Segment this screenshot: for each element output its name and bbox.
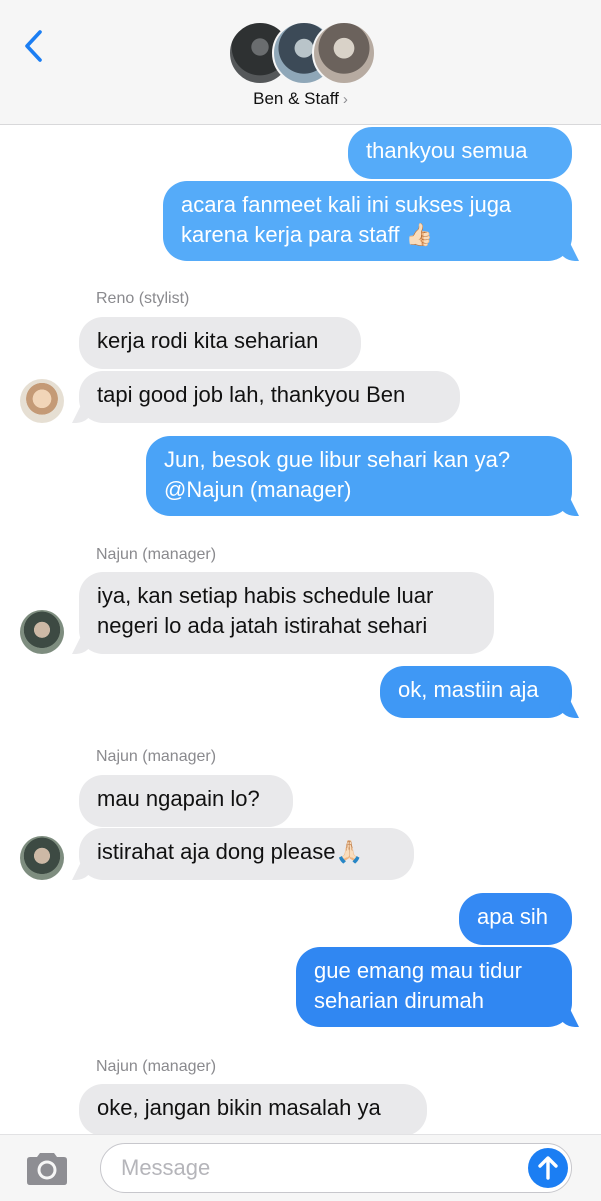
conversation-title-text: Ben & Staff bbox=[253, 89, 339, 108]
camera-button[interactable] bbox=[24, 1151, 70, 1187]
outgoing-message[interactable]: thankyou semua bbox=[348, 127, 572, 179]
message-text: iya, kan setiap habis schedule luar bbox=[97, 583, 434, 608]
message-input[interactable]: Message bbox=[100, 1143, 572, 1193]
message-text: oke, jangan bikin masalah ya bbox=[97, 1095, 381, 1120]
sender-name: Najun (manager) bbox=[96, 748, 217, 765]
arrow-up-icon bbox=[538, 1156, 558, 1180]
incoming-message[interactable]: istirahat aja dong please🙏🏻 bbox=[79, 828, 414, 880]
message-text: tapi good job lah, thankyou Ben bbox=[97, 382, 406, 407]
message-text: @Najun (manager) bbox=[164, 477, 352, 502]
message-text: Jun, besok gue libur sehari kan ya? bbox=[164, 447, 511, 472]
message-text: thankyou semua bbox=[366, 138, 528, 163]
conversation-title[interactable]: Ben & Staff › bbox=[0, 89, 601, 109]
incoming-message[interactable]: kerja rodi kita seharian bbox=[79, 317, 361, 369]
incoming-message[interactable]: tapi good job lah, thankyou Ben bbox=[79, 371, 460, 423]
avatar[interactable] bbox=[20, 379, 64, 423]
avatar[interactable] bbox=[20, 610, 64, 654]
message-input-placeholder: Message bbox=[121, 1155, 211, 1180]
sender-name: Najun (manager) bbox=[96, 546, 217, 563]
avatar[interactable] bbox=[20, 836, 64, 880]
message-text: seharian dirumah bbox=[314, 988, 484, 1013]
outgoing-message[interactable]: acara fanmeet kali ini sukses juga karen… bbox=[163, 181, 572, 261]
incoming-message[interactable]: iya, kan setiap habis schedule luar nege… bbox=[79, 572, 494, 654]
composer-bar: Message bbox=[0, 1134, 601, 1201]
avatar bbox=[312, 21, 376, 85]
incoming-message[interactable]: mau ngapain lo? bbox=[79, 775, 293, 827]
outgoing-message[interactable]: gue emang mau tidur seharian dirumah bbox=[296, 947, 572, 1027]
message-text: istirahat aja dong please🙏🏻 bbox=[97, 839, 363, 864]
group-avatars[interactable] bbox=[228, 21, 376, 85]
sender-name: Reno (stylist) bbox=[96, 290, 190, 307]
message-text: gue emang mau tidur bbox=[314, 958, 522, 983]
outgoing-message[interactable]: apa sih bbox=[459, 893, 572, 945]
message-text: apa sih bbox=[477, 904, 548, 929]
conversation-header: Ben & Staff › bbox=[0, 0, 601, 125]
message-text: negeri lo ada jatah istirahat sehari bbox=[97, 613, 428, 638]
message-text: ok, mastiin aja bbox=[398, 677, 539, 702]
outgoing-message[interactable]: ok, mastiin aja bbox=[380, 666, 572, 718]
message-text: karena kerja para staff 👍🏻 bbox=[181, 222, 434, 247]
camera-icon bbox=[27, 1153, 67, 1185]
back-button[interactable] bbox=[20, 28, 50, 64]
chevron-right-icon: › bbox=[342, 91, 348, 108]
chevron-left-icon bbox=[25, 30, 42, 62]
sender-name: Najun (manager) bbox=[96, 1058, 217, 1075]
message-text: mau ngapain lo? bbox=[97, 786, 260, 811]
incoming-message[interactable]: oke, jangan bikin masalah ya bbox=[79, 1084, 427, 1136]
outgoing-message[interactable]: Jun, besok gue libur sehari kan ya? @Naj… bbox=[146, 436, 572, 516]
send-button[interactable] bbox=[528, 1148, 568, 1188]
message-text: kerja rodi kita seharian bbox=[97, 328, 319, 353]
message-text: acara fanmeet kali ini sukses juga bbox=[181, 192, 512, 217]
